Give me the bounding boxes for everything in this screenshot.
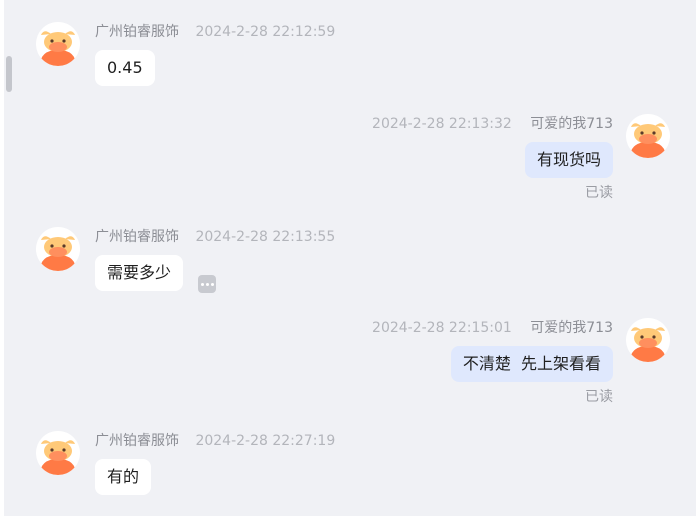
avatar[interactable] xyxy=(626,318,670,362)
message-meta: 2024-2-28 22:15:01 可爱的我713 xyxy=(372,318,613,338)
scrollbar-thumb[interactable] xyxy=(6,56,12,92)
bull-avatar-icon xyxy=(36,431,80,475)
message-row: 广州铂睿服饰 2024-2-28 22:13:55 需要多少 xyxy=(36,227,676,297)
message-bubble[interactable]: 需要多少 xyxy=(95,255,184,291)
avatar[interactable] xyxy=(36,431,80,475)
more-options-icon[interactable] xyxy=(198,275,216,293)
message-meta: 广州铂睿服饰 2024-2-28 22:12:59 xyxy=(95,22,335,42)
bull-avatar-icon xyxy=(626,114,670,158)
message-meta: 广州铂睿服饰 2024-2-28 22:13:55 xyxy=(95,227,335,247)
bull-avatar-icon xyxy=(36,22,80,66)
sender-name: 可爱的我713 xyxy=(530,320,613,336)
sender-name: 广州铂睿服饰 xyxy=(95,24,179,40)
timestamp: 2024-2-28 22:13:32 xyxy=(372,116,512,132)
timestamp: 2024-2-28 22:15:01 xyxy=(372,320,512,336)
sender-name: 广州铂睿服饰 xyxy=(95,433,179,449)
avatar[interactable] xyxy=(626,114,670,158)
avatar[interactable] xyxy=(36,22,80,66)
message-meta: 广州铂睿服饰 2024-2-28 22:27:19 xyxy=(95,431,335,451)
bull-avatar-icon xyxy=(626,318,670,362)
timestamp: 2024-2-28 22:13:55 xyxy=(195,229,336,245)
timestamp: 2024-2-28 22:27:19 xyxy=(195,433,336,449)
message-bubble[interactable]: 有的 xyxy=(95,459,152,495)
left-panel-edge xyxy=(0,0,4,516)
timestamp: 2024-2-28 22:12:59 xyxy=(195,24,336,40)
sender-name: 可爱的我713 xyxy=(530,116,613,132)
read-status: 已读 xyxy=(585,389,613,405)
message-meta: 2024-2-28 22:13:32 可爱的我713 xyxy=(372,114,613,134)
bull-avatar-icon xyxy=(36,227,80,271)
avatar[interactable] xyxy=(36,227,80,271)
message-row: 2024-2-28 22:13:32 可爱的我713 有现货吗 已读 xyxy=(20,114,672,204)
read-status: 已读 xyxy=(585,185,613,201)
message-bubble[interactable]: 有现货吗 xyxy=(524,142,613,178)
message-row: 2024-2-28 22:15:01 可爱的我713 不清楚 先上架看看 已读 xyxy=(20,318,672,408)
message-bubble[interactable]: 0.45 xyxy=(95,50,155,86)
sender-name: 广州铂睿服饰 xyxy=(95,229,179,245)
message-bubble[interactable]: 不清楚 先上架看看 xyxy=(450,346,613,382)
message-row: 广州铂睿服饰 2024-2-28 22:12:59 0.45 xyxy=(36,22,676,92)
message-row: 广州铂睿服饰 2024-2-28 22:27:19 有的 xyxy=(36,431,676,501)
